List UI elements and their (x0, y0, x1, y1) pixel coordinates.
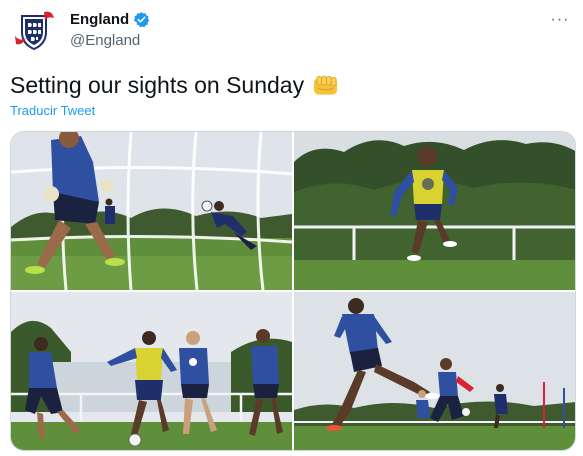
author-display-name[interactable]: England (70, 11, 129, 28)
author-handle[interactable]: @England (70, 32, 140, 49)
training-photo-goalkeeper[interactable] (11, 132, 292, 290)
tweet-text-row: Setting our sights on Sunday (10, 72, 339, 99)
translate-tweet-link[interactable]: Traducir Tweet (10, 103, 95, 118)
england-crest-icon[interactable] (12, 8, 56, 52)
verified-badge-icon (134, 12, 150, 28)
tweet-text: Setting our sights on Sunday (10, 72, 305, 98)
more-options-icon[interactable]: ··· (549, 10, 571, 30)
media-grid (10, 131, 576, 451)
tweet-header: England @England ··· (10, 6, 575, 56)
oncoming-fist-icon (314, 75, 338, 95)
training-photo-yellow-bib-runner[interactable] (294, 132, 575, 290)
training-photo-group-drill[interactable] (11, 292, 292, 450)
author-name-row[interactable]: England (70, 11, 150, 28)
training-photo-lunge[interactable] (294, 292, 575, 450)
